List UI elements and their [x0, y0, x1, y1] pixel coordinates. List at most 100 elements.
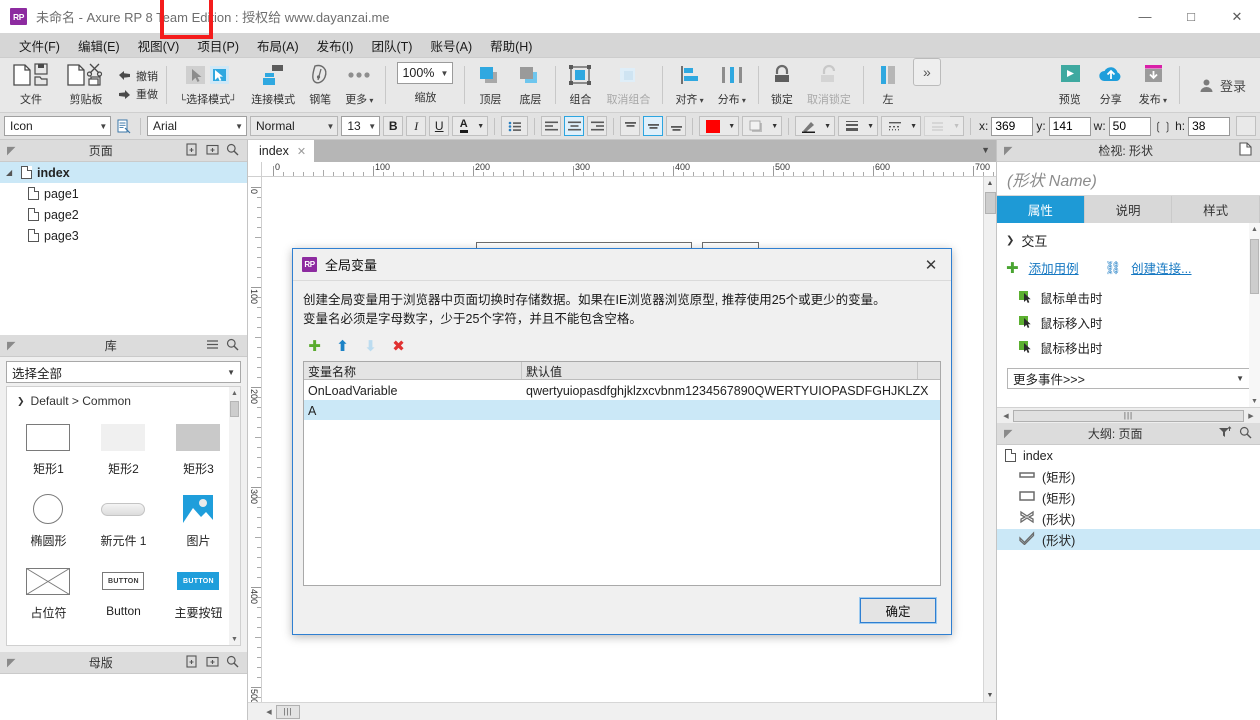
library-item[interactable]: BUTTON 主要按钮: [161, 558, 236, 630]
menu-help[interactable]: 帮助(H): [481, 33, 541, 58]
widget-type-select[interactable]: Icon ▼: [4, 116, 112, 136]
inspector-scrollbar[interactable]: ▲ ▼: [1249, 223, 1260, 407]
page-item-page2[interactable]: page2: [0, 204, 247, 225]
scroll-right-icon[interactable]: ▶: [1244, 412, 1258, 420]
h-input[interactable]: [1188, 116, 1231, 136]
menu-publish[interactable]: 发布(I): [308, 33, 363, 58]
outline-item-rect-1[interactable]: (矩形): [997, 466, 1260, 487]
move-up-icon[interactable]: ⬆: [335, 338, 350, 355]
scroll-up-icon[interactable]: ▲: [1249, 223, 1260, 235]
font-size-select[interactable]: 13 ▼: [341, 116, 381, 136]
library-item[interactable]: BUTTON Button: [86, 558, 161, 630]
minimize-icon[interactable]: —: [1122, 0, 1168, 33]
tab-notes[interactable]: 说明: [1084, 196, 1173, 223]
table-row[interactable]: A: [304, 400, 940, 420]
library-item[interactable]: 椭圆形: [11, 486, 86, 558]
scroll-up-icon[interactable]: ▲: [229, 387, 240, 399]
chevron-down-icon[interactable]: ▼: [99, 122, 107, 131]
search-icon[interactable]: [1239, 426, 1252, 442]
scrollbar-thumb[interactable]: [985, 192, 996, 214]
preview-button[interactable]: 预览: [1050, 58, 1090, 112]
tab-properties[interactable]: 属性: [997, 196, 1085, 223]
share-button[interactable]: 分享: [1090, 58, 1132, 112]
login-button[interactable]: 登录: [1185, 58, 1260, 112]
inspector-horizontal-scrollbar[interactable]: ◀ ||| ▶: [997, 407, 1260, 423]
chevron-down-icon[interactable]: ▼: [235, 122, 243, 131]
delete-variable-icon[interactable]: ✖: [391, 338, 406, 355]
pen-tool-button[interactable]: 钢笔: [302, 58, 338, 112]
align-right-button[interactable]: [587, 116, 608, 136]
y-input[interactable]: [1048, 116, 1091, 136]
group-button[interactable]: 组合: [561, 58, 599, 112]
align-button[interactable]: 对齐 ▾: [668, 58, 710, 112]
distribute-button[interactable]: 分布 ▾: [711, 58, 753, 112]
lock-button[interactable]: 锁定: [764, 58, 800, 112]
library-item[interactable]: 矩形2: [86, 414, 161, 486]
scroll-down-icon[interactable]: ▼: [1249, 395, 1260, 407]
library-item[interactable]: 矩形3: [161, 414, 236, 486]
undo-button[interactable]: 撤销: [117, 68, 158, 84]
add-folder-icon[interactable]: [206, 143, 219, 159]
bring-to-front-button[interactable]: 顶层: [470, 58, 510, 112]
x-input[interactable]: [991, 116, 1034, 136]
font-color-control[interactable]: A ▼: [452, 116, 489, 136]
canvas-horizontal-scrollbar[interactable]: ◀ |||: [248, 702, 996, 720]
redo-button[interactable]: 重做: [117, 86, 158, 102]
rotation-button[interactable]: [1236, 116, 1257, 136]
tab-index[interactable]: index ✕: [248, 140, 315, 162]
add-folder-icon[interactable]: [206, 655, 219, 671]
interactions-section-header[interactable]: ❯ 交互: [997, 223, 1260, 256]
scrollbar-thumb[interactable]: |||: [1013, 409, 1244, 422]
italic-button[interactable]: I: [406, 116, 427, 136]
align-left-button[interactable]: [541, 116, 562, 136]
variable-name-cell[interactable]: OnLoadVariable: [304, 380, 522, 400]
lock-ratio-icon[interactable]: ❲❳: [1154, 120, 1172, 133]
connect-mode-button[interactable]: 连接模式: [244, 58, 302, 112]
scroll-left-icon[interactable]: ◀: [262, 708, 276, 716]
library-item[interactable]: 矩形1: [11, 414, 86, 486]
menu-file[interactable]: 文件(F): [10, 33, 69, 58]
shadow-control[interactable]: ▼: [742, 116, 783, 136]
add-page-icon[interactable]: [186, 654, 199, 671]
outline-item-index[interactable]: index: [997, 445, 1260, 466]
search-icon[interactable]: [226, 655, 239, 671]
tab-style[interactable]: 样式: [1172, 196, 1260, 223]
select-mode-button[interactable]: └选择模式┘: [172, 58, 244, 112]
chevron-down-icon[interactable]: ▼: [474, 116, 489, 136]
line-type-button[interactable]: [881, 116, 908, 136]
event-onclick[interactable]: 鼠标单击时: [997, 285, 1260, 310]
shape-name-input[interactable]: (形状 Name): [997, 162, 1260, 196]
close-icon[interactable]: ✕: [1214, 0, 1260, 33]
font-color-button[interactable]: A: [452, 116, 475, 136]
chevron-down-icon[interactable]: ▼: [950, 116, 965, 136]
line-color-control[interactable]: ▼: [795, 116, 836, 136]
line-width-control[interactable]: ▼: [838, 116, 879, 136]
line-type-control[interactable]: ▼: [881, 116, 922, 136]
collapse-arrow-icon[interactable]: ◤: [0, 339, 15, 352]
expand-arrow-icon[interactable]: ◢: [6, 168, 16, 177]
link-icon[interactable]: ⛓: [1105, 260, 1122, 276]
chevron-down-icon[interactable]: ❯: [1006, 235, 1014, 246]
bullet-list-button[interactable]: [501, 116, 529, 136]
collapse-arrow-icon[interactable]: ◤: [997, 427, 1012, 440]
bold-button[interactable]: B: [383, 116, 404, 136]
outline-item-shape-cross[interactable]: (形状): [997, 508, 1260, 529]
collapse-arrow-icon[interactable]: ◤: [0, 656, 15, 669]
page-item-index[interactable]: ◢ index: [0, 162, 247, 183]
chevron-down-icon[interactable]: ▼: [368, 122, 376, 131]
chevron-down-icon[interactable]: ❯: [17, 396, 25, 407]
page-icon[interactable]: [1239, 142, 1252, 159]
search-icon[interactable]: [226, 143, 239, 159]
valign-bottom-button[interactable]: [666, 116, 687, 136]
ok-button[interactable]: 确定: [859, 596, 937, 624]
line-color-button[interactable]: [795, 116, 822, 136]
file-toolbar-button[interactable]: 文件: [4, 58, 58, 112]
chevron-down-icon[interactable]: ▼: [768, 116, 783, 136]
chevron-down-icon[interactable]: ▼: [227, 368, 235, 377]
font-style-select[interactable]: Normal ▼: [250, 116, 339, 136]
collapse-arrow-icon[interactable]: ◤: [0, 144, 15, 157]
publish-button[interactable]: 发布 ▾: [1132, 58, 1174, 112]
w-input[interactable]: [1108, 116, 1151, 136]
menu-icon[interactable]: [206, 338, 219, 354]
more-events-select[interactable]: 更多事件>>> ▼: [1007, 368, 1250, 389]
